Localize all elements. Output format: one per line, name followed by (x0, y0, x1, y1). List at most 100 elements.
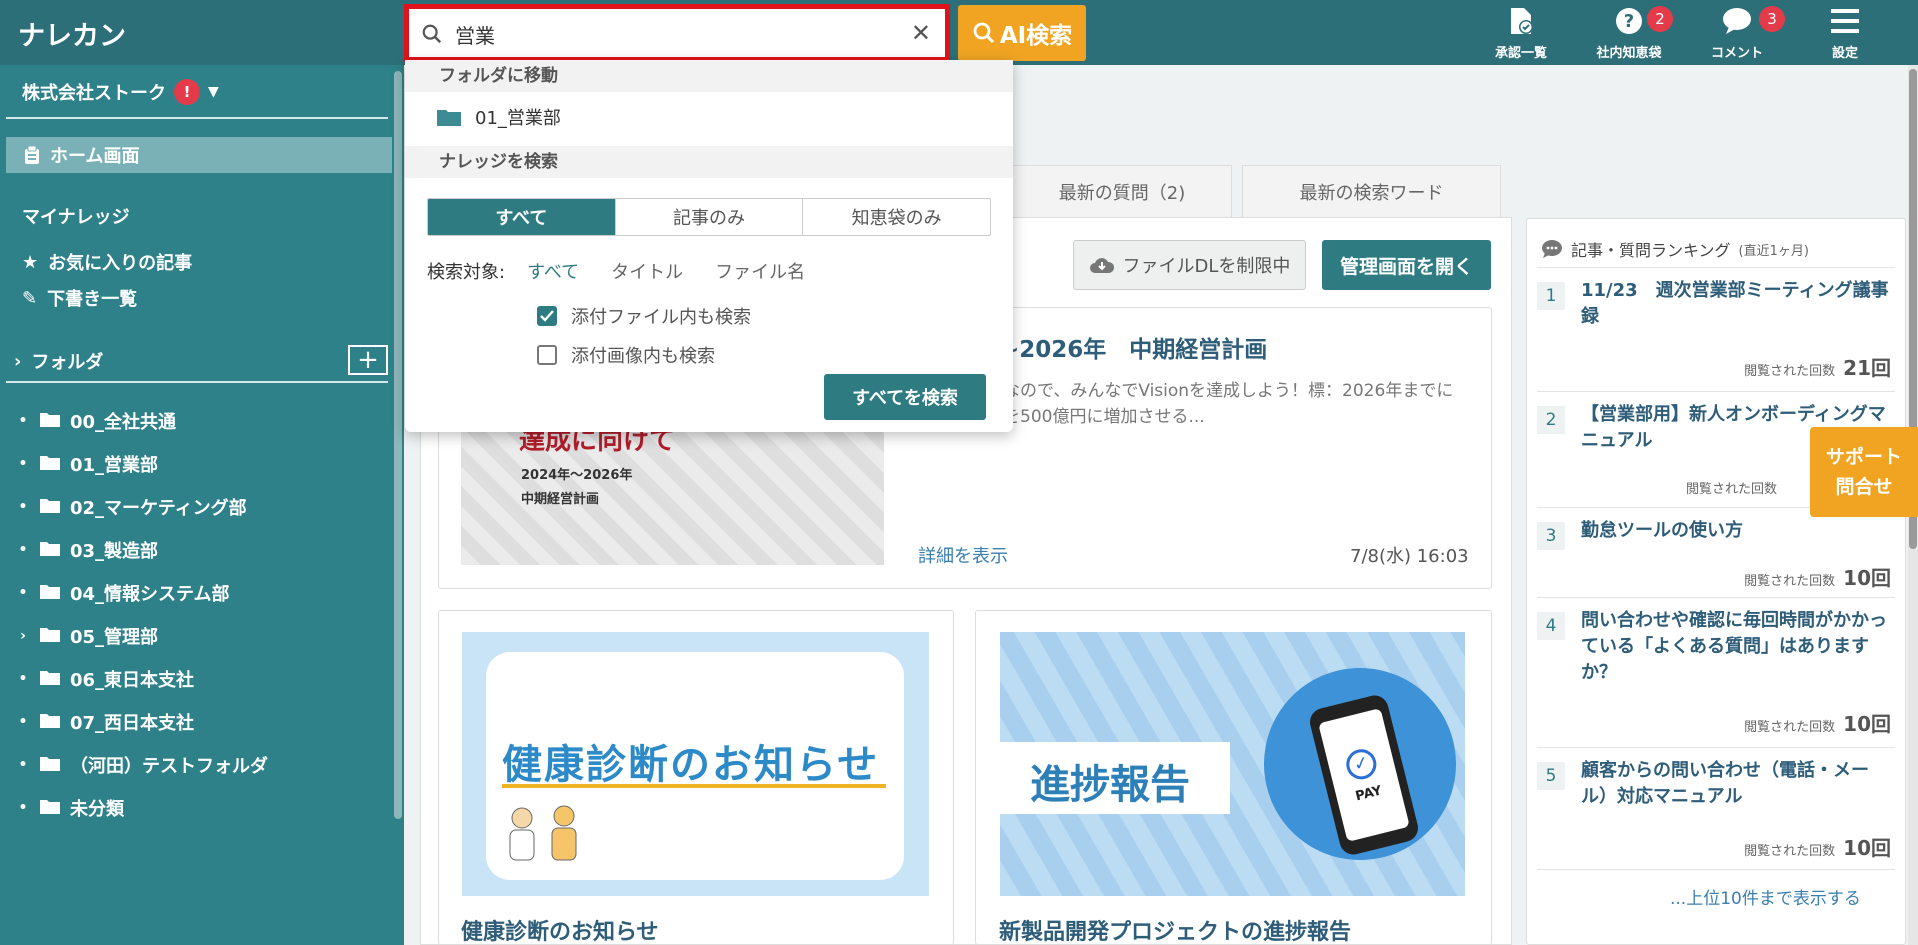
my-knowledge-heading: マイナレッジ (22, 207, 130, 228)
view-count-value: 10回 (1843, 836, 1891, 860)
folder-section-toggle[interactable]: › フォルダ (14, 348, 103, 374)
folder-icon (437, 110, 461, 126)
search-input[interactable] (455, 17, 875, 51)
people-illustration-icon (509, 805, 577, 861)
file-dl-restricted-button[interactable]: ファイルDLを制限中 (1073, 240, 1306, 290)
tab-latest-search-words[interactable]: 最新の検索ワード (1242, 165, 1501, 217)
ai-search-button[interactable]: AI検索 (958, 5, 1086, 61)
progress-report-thumbnail: 進捗報告 ✓ PAY (1000, 632, 1465, 896)
thumbnail-subtitle: 2024年〜2026年 (521, 468, 633, 483)
folder-icon (40, 669, 60, 690)
open-admin-button[interactable]: 管理画面を開く (1322, 240, 1491, 290)
sidebar-item-home[interactable]: ホーム画面 (6, 137, 392, 173)
ranking-item[interactable]: 1 11/23 週次営業部ミーティング議事録 閲覧された回数 21回 (1537, 267, 1895, 391)
show-details-link[interactable]: 詳細を表示 (918, 542, 1008, 568)
show-top10-link[interactable]: ...上位10件まで表示する (1670, 884, 1861, 909)
view-count-label: 閲覧された回数 (1744, 364, 1836, 379)
ranking-header: 記事・質問ランキング (直近1ヶ月) (1541, 237, 1809, 261)
folder-item[interactable]: • 01_営業部 (16, 451, 159, 477)
checkbox-label: 添付ファイル内も検索 (571, 307, 751, 328)
chevron-right-icon[interactable]: › (16, 628, 30, 644)
ranking-item[interactable]: 5 顧客からの問い合わせ（電話・メール）対応マニュアル 閲覧された回数 10回 (1537, 747, 1895, 869)
tab-qa-only[interactable]: 知恵袋のみ (802, 199, 990, 235)
qa-count-badge: 2 (1647, 6, 1673, 32)
bullet-icon: • (18, 456, 28, 472)
bullet-icon: • (18, 542, 28, 558)
attach-file-search-option[interactable]: 添付ファイル内も検索 (537, 303, 751, 329)
rank-title[interactable]: 問い合わせや確認に毎回時間がかかっている「よくある質問」はありますか？ (1581, 608, 1891, 686)
clipboard-icon (25, 146, 39, 164)
search-suggestions-dropdown: フォルダに移動 01_営業部 ナレッジを検索 すべて 記事のみ 知恵袋のみ 検索… (405, 60, 1013, 432)
settings-label: 設定 (1831, 46, 1858, 61)
svg-text:?: ? (1624, 11, 1634, 32)
folder-label: （河田）テストフォルダ (70, 756, 268, 777)
bullet-icon: • (18, 800, 28, 816)
ranking-panel: 記事・質問ランキング (直近1ヶ月) 1 11/23 週次営業部ミーティング議事… (1526, 218, 1906, 945)
folder-item[interactable]: • （河田）テストフォルダ (16, 752, 268, 778)
sidebar-item-favorites[interactable]: ★ お気に入りの記事 (22, 249, 192, 275)
target-all-option[interactable]: すべて (527, 258, 579, 284)
rank-title[interactable]: 顧客からの問い合わせ（電話・メール）対応マニュアル (1581, 758, 1891, 810)
folder-label: 02_マーケティング部 (70, 498, 247, 519)
article-card-title[interactable]: 健康診断のお知らせ (461, 914, 659, 945)
view-count: 閲覧された回数 21回 (1744, 352, 1891, 381)
target-title-option[interactable]: タイトル (611, 258, 683, 284)
checkbox-checked[interactable] (537, 306, 557, 326)
thumbnail-text: 進捗報告 (1030, 762, 1190, 808)
approval-list-button[interactable]: 承認一覧 (1476, 6, 1566, 62)
internal-qa-label: 社内知恵袋 (1596, 46, 1662, 61)
app-logo[interactable]: ナレカン (18, 14, 126, 53)
tab-articles-only[interactable]: 記事のみ (614, 199, 803, 235)
tab-all[interactable]: すべて (428, 199, 615, 235)
folder-item[interactable]: • 未分類 (16, 795, 124, 821)
folder-item[interactable]: › 05_管理部 (16, 623, 158, 649)
ranking-title: 記事・質問ランキング (1571, 241, 1731, 260)
rank-title[interactable]: 勤怠ツールの使い方 (1581, 518, 1891, 544)
folder-item[interactable]: • 00_全社共通 (16, 408, 177, 434)
clear-search-icon[interactable]: ✕ (911, 19, 931, 47)
rank-title[interactable]: 11/23 週次営業部ミーティング議事録 (1581, 278, 1891, 330)
settings-button[interactable]: 設定 (1800, 6, 1890, 62)
search-all-button[interactable]: すべてを検索 (824, 374, 986, 420)
ai-search-label: AI検索 (999, 23, 1073, 49)
folder-label: 03_製造部 (70, 541, 159, 562)
support-contact-button[interactable]: サポート 問合せ (1810, 427, 1918, 517)
attach-image-search-option[interactable]: 添付画像内も検索 (537, 342, 715, 368)
bullet-icon: • (18, 757, 28, 773)
support-label: 問合せ (1835, 476, 1893, 498)
internal-qa-button[interactable]: ? 社内知恵袋 2 (1584, 6, 1674, 62)
divider (6, 381, 388, 383)
folder-heading: フォルダ (31, 352, 104, 373)
search-icon (422, 24, 442, 44)
tab-latest-questions[interactable]: 最新の質問（2) (1012, 165, 1232, 217)
featured-article-title[interactable]: ~2026年 中期経営計画 (1000, 330, 1267, 364)
folder-item[interactable]: • 04_情報システム部 (16, 580, 230, 606)
ranking-item[interactable]: 4 問い合わせや確認に毎回時間がかかっている「よくある質問」はありますか？ 閲覧… (1537, 597, 1895, 747)
divider (1537, 869, 1895, 870)
sidebar-item-drafts[interactable]: ✎ 下書き一覧 (22, 285, 137, 311)
target-filename-option[interactable]: ファイル名 (715, 258, 805, 284)
folder-item[interactable]: • 07_西日本支社 (16, 709, 195, 735)
bullet-icon: • (18, 671, 28, 687)
folder-suggestion[interactable]: 01_営業部 (437, 104, 561, 130)
ranking-item[interactable]: 3 勤怠ツールの使い方 閲覧された回数 10回 (1537, 507, 1895, 597)
view-count: 閲覧された回数 10回 (1744, 708, 1891, 737)
company-selector[interactable]: 株式会社ストーク ! ▼ (22, 79, 219, 105)
checkbox-label: 添付画像内も検索 (571, 346, 715, 367)
thumbnail-underline (502, 784, 886, 788)
chat-bubble-icon (1542, 240, 1562, 258)
folder-icon (40, 626, 60, 647)
search-target-options: 検索対象: すべて タイトル ファイル名 (427, 258, 805, 284)
sidebar-item-label: ホーム画面 (50, 146, 140, 167)
sidebar-scrollbar[interactable] (394, 71, 402, 819)
thumbnail-subtitle: 中期経営計画 (521, 492, 600, 507)
article-card-title[interactable]: 新製品開発プロジェクトの進捗報告 (999, 914, 1351, 945)
phone-screen-label: PAY (1353, 782, 1384, 804)
checkbox-unchecked[interactable] (537, 345, 557, 365)
folder-item[interactable]: • 03_製造部 (16, 537, 159, 563)
rank-number: 1 (1537, 282, 1565, 310)
comments-button[interactable]: コメント 3 (1692, 6, 1785, 62)
add-folder-button[interactable]: + (348, 345, 388, 375)
folder-item[interactable]: • 06_東日本支社 (16, 666, 195, 692)
folder-item[interactable]: • 02_マーケティング部 (16, 494, 247, 520)
